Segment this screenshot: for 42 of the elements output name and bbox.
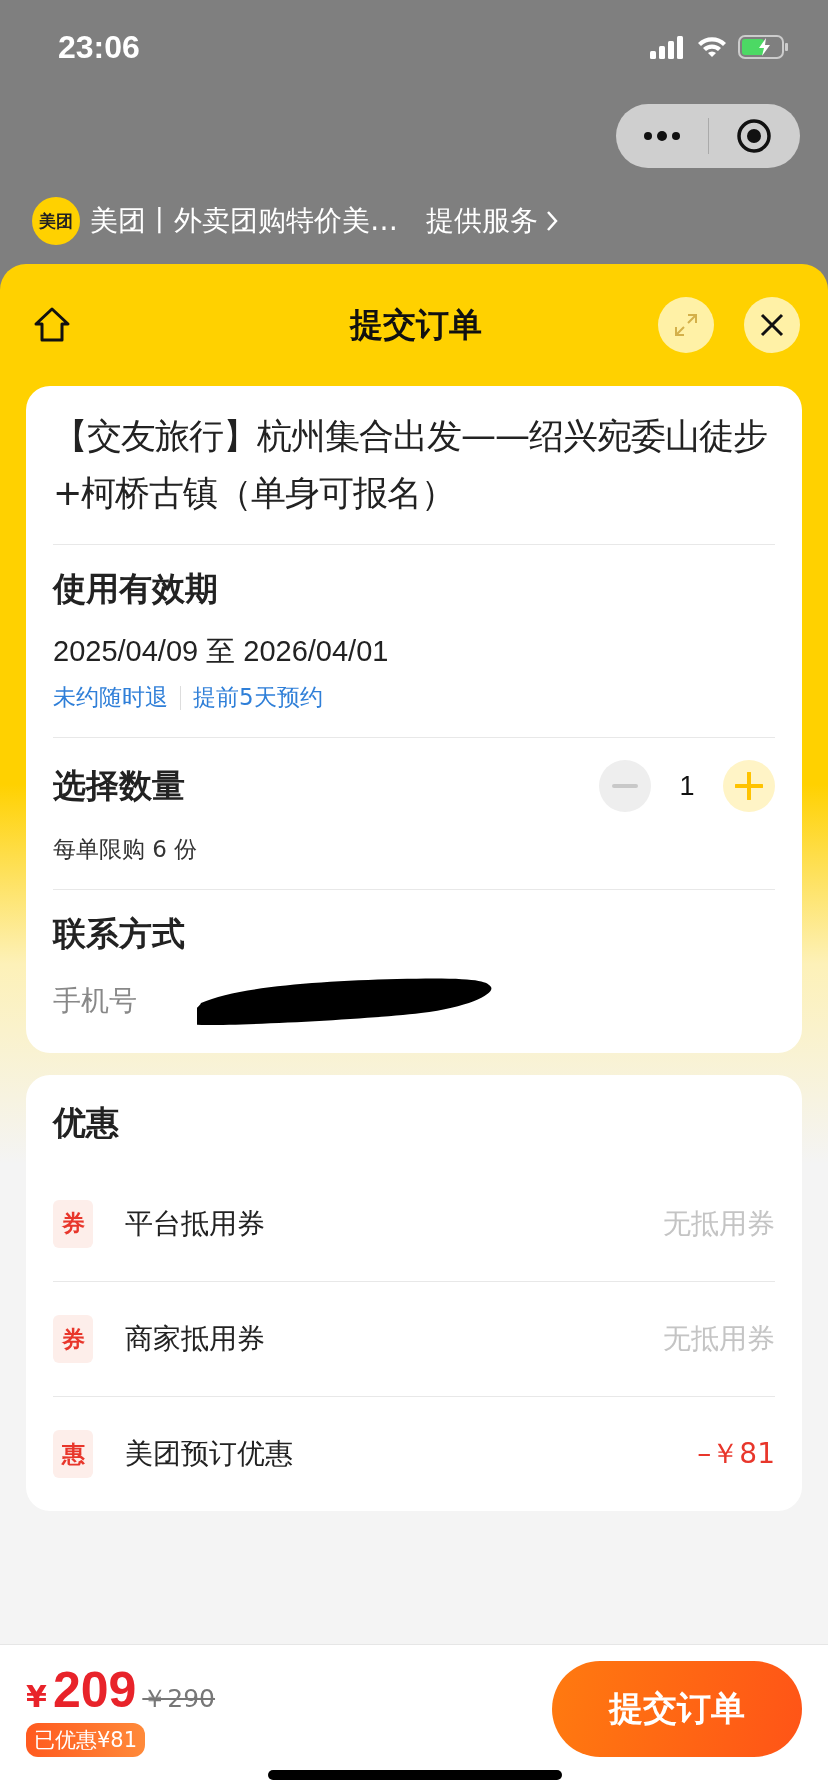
discount-value[interactable]: 无抵用券 <box>663 1320 775 1358</box>
discount-heading: 优惠 <box>53 1102 120 1144</box>
provider-logo: 美团 <box>32 197 80 245</box>
home-icon[interactable] <box>32 305 72 345</box>
policy-tag: 提前5天预约 <box>193 682 323 713</box>
quantity-value: 1 <box>678 770 696 802</box>
contact-heading: 联系方式 <box>53 913 186 955</box>
phone-label: 手机号 <box>53 983 137 1019</box>
expand-icon <box>672 311 700 339</box>
wifi-icon <box>696 35 728 59</box>
discount-value: –￥81 <box>697 1436 775 1472</box>
discount-name: 平台抵用券 <box>125 1205 266 1242</box>
validity-heading: 使用有效期 <box>53 568 219 610</box>
sheet-title: 提交订单 <box>350 303 482 346</box>
currency-symbol: ¥ <box>26 1679 47 1714</box>
more-icon <box>641 130 682 142</box>
signal-icon <box>650 35 686 59</box>
plus-icon <box>735 772 763 800</box>
minus-icon <box>612 784 638 788</box>
coupon-badge: 券 <box>53 1199 93 1248</box>
close-button[interactable] <box>744 297 800 353</box>
product-title: 【交友旅行】杭州集合出发——绍兴宛委山徒步+柯桥古镇（单身可报名） <box>53 415 768 515</box>
coupon-badge: 惠 <box>53 1430 93 1478</box>
battery-icon <box>738 34 790 60</box>
total-price: 209 <box>52 1661 137 1719</box>
discount-name: 商家抵用券 <box>125 1321 266 1357</box>
original-price: ￥290 <box>142 1683 216 1715</box>
purchase-limit: 每单限购 6 份 <box>53 835 199 864</box>
chevron-right-icon <box>546 210 558 232</box>
submit-order-button[interactable]: 提交订单 <box>552 1661 802 1757</box>
status-time: 23:06 <box>58 28 140 66</box>
policy-tag: 未约随时退 <box>53 682 168 713</box>
discount-value[interactable]: 无抵用券 <box>663 1204 775 1243</box>
close-icon <box>758 311 786 339</box>
discount-name: 美团预订优惠 <box>125 1436 294 1472</box>
provider-name: 美团丨外卖团购特价美… <box>90 203 398 239</box>
provider-link[interactable]: 提供服务 <box>426 202 558 240</box>
quantity-heading: 选择数量 <box>53 764 185 807</box>
saved-badge: 已优惠¥81 <box>26 1723 146 1757</box>
target-icon <box>736 118 773 154</box>
coupon-badge: 券 <box>53 1315 93 1363</box>
validity-dates: 2025/04/09 至 2026/04/01 <box>53 634 390 669</box>
